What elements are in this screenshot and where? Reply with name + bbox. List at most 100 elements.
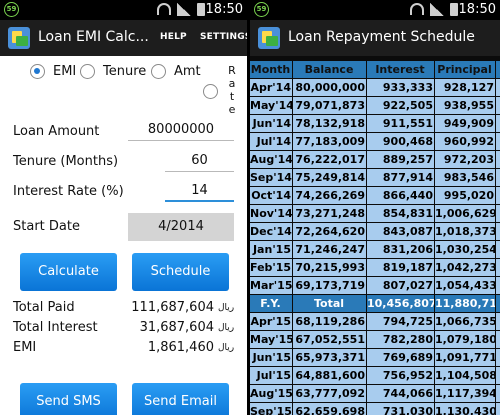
app-logo-icon — [8, 27, 30, 49]
interest-rate-input[interactable]: 14 — [165, 182, 234, 202]
table-cell-edge — [496, 313, 500, 330]
table-cell: Nov'14 — [250, 205, 292, 222]
table-cell: 70,215,993 — [293, 259, 366, 276]
schedule-button[interactable]: Schedule — [132, 253, 229, 291]
table-row: May'14 79,071,873 922,505 938,955 — [250, 97, 500, 115]
table-row: Aug'14 76,222,017 889,257 972,203 — [250, 151, 500, 169]
tenure-label: Tenure (Months) — [13, 154, 119, 169]
send-sms-button[interactable]: Send SMS — [20, 383, 117, 415]
schedule-title: Loan Repayment Schedule — [288, 29, 475, 45]
help-menu-button[interactable]: HELP — [160, 32, 187, 42]
table-cell: 76,222,017 — [293, 151, 366, 168]
table-cell-edge — [496, 205, 500, 222]
table-row: Sep'15 62,659,698 731,030 1,130,430 — [250, 403, 500, 415]
table-cell: 77,183,009 — [293, 133, 366, 150]
radio-tenure[interactable]: Tenure — [80, 64, 146, 79]
battery-icon — [450, 3, 458, 16]
send-email-button[interactable]: Send Email — [132, 383, 229, 415]
table-cell: 1,042,273 — [435, 259, 495, 276]
table-cell-edge — [496, 169, 500, 186]
fiscal-year-total-row: F.Y.Total10,456,80711,880,714 — [250, 295, 500, 313]
table-cell: 744,066 — [367, 385, 434, 402]
table-cell: Aug'14 — [250, 151, 292, 168]
table-cell: 71,246,247 — [293, 241, 366, 258]
emi-label: EMI — [13, 340, 37, 355]
currency-label: ریال — [218, 323, 235, 333]
table-cell: 769,689 — [367, 349, 434, 366]
table-cell: F.Y. — [250, 295, 292, 312]
calculate-button[interactable]: Calculate — [20, 253, 117, 291]
table-row: Nov'14 73,271,248 854,831 1,006,629 — [250, 205, 500, 223]
table-cell-edge — [496, 277, 500, 294]
table-cell: 949,909 — [435, 115, 495, 132]
table-cell-edge — [496, 403, 500, 415]
table-row: Aug'15 63,777,092 744,066 1,117,394 — [250, 385, 500, 403]
table-cell-edge — [496, 97, 500, 114]
interest-rate-label: Interest Rate (%) — [13, 184, 124, 199]
table-cell: Jan'15 — [250, 241, 292, 258]
radio-rate[interactable] — [203, 84, 218, 99]
action-bar: Loan EMI Calc... HELP SETTINGS — [0, 20, 247, 56]
radio-emi[interactable]: EMI — [30, 64, 76, 79]
table-cell: 63,777,092 — [293, 385, 366, 402]
table-cell: 922,505 — [367, 97, 434, 114]
table-row: Jun'14 78,132,918 911,551 949,909 — [250, 115, 500, 133]
table-cell: 938,955 — [435, 97, 495, 114]
start-date-picker[interactable]: 4/2014 — [128, 213, 234, 241]
table-cell: 72,264,620 — [293, 223, 366, 240]
table-row: Feb'15 70,215,993 819,187 1,042,273 — [250, 259, 500, 277]
table-cell: Apr'15 — [250, 313, 292, 330]
table-cell-edge — [496, 115, 500, 132]
status-bar: 59 18:50 — [0, 0, 247, 20]
table-cell: 62,659,698 — [293, 403, 366, 415]
table-cell: 843,087 — [367, 223, 434, 240]
loan-amount-label: Loan Amount — [13, 124, 100, 139]
table-cell: 928,127 — [435, 79, 495, 96]
table-cell-edge — [496, 187, 500, 204]
tenure-input[interactable]: 60 — [165, 152, 234, 172]
action-bar: Loan Repayment Schedule — [250, 20, 500, 56]
table-row: Jan'15 71,246,247 831,206 1,030,254 — [250, 241, 500, 259]
table-cell: May'15 — [250, 331, 292, 348]
table-cell: 933,333 — [367, 79, 434, 96]
table-cell: 1,079,180 — [435, 331, 495, 348]
table-cell: 67,052,551 — [293, 331, 366, 348]
settings-menu-button[interactable]: SETTINGS — [200, 32, 247, 42]
loan-emi-calculator-screen: 59 18:50 Loan EMI Calc... HELP SETTINGS … — [0, 0, 247, 415]
table-cell-edge — [496, 241, 500, 258]
table-row: Apr'14 80,000,000 933,333 928,127 — [250, 79, 500, 97]
table-cell: 1,091,771 — [435, 349, 495, 366]
table-cell-edge — [496, 133, 500, 150]
table-cell: 78,132,918 — [293, 115, 366, 132]
total-paid-label: Total Paid — [13, 300, 75, 315]
table-cell: Jun'14 — [250, 115, 292, 132]
loan-amount-input[interactable]: 80000000 — [128, 121, 234, 141]
table-cell: 866,440 — [367, 187, 434, 204]
table-cell: 11,880,714 — [435, 295, 495, 312]
table-cell: Jun'15 — [250, 349, 292, 366]
table-cell: 911,551 — [367, 115, 434, 132]
table-cell: 68,119,286 — [293, 313, 366, 330]
status-time: 18:50 — [458, 2, 496, 17]
table-row: Jul'14 77,183,009 900,468 960,992 — [250, 133, 500, 151]
table-cell: 995,020 — [435, 187, 495, 204]
table-cell: Oct'14 — [250, 187, 292, 204]
table-row: Jul'15 64,881,600 756,952 1,104,508 — [250, 367, 500, 385]
notification-badge: 59 — [4, 2, 19, 17]
table-cell: 65,973,371 — [293, 349, 366, 366]
table-cell-edge — [496, 223, 500, 240]
table-cell: 756,952 — [367, 367, 434, 384]
total-interest-value: 31,687,604 — [139, 320, 214, 335]
table-header-cell: Interest — [367, 61, 434, 78]
table-row: Oct'14 74,266,269 866,440 995,020 — [250, 187, 500, 205]
table-cell: 1,054,433 — [435, 277, 495, 294]
table-cell: 900,468 — [367, 133, 434, 150]
table-cell-edge — [496, 79, 500, 96]
table-cell: 1,104,508 — [435, 367, 495, 384]
notification-badge: 59 — [254, 2, 269, 17]
radio-amt[interactable]: Amt — [151, 64, 201, 79]
table-cell: 854,831 — [367, 205, 434, 222]
currency-label: ریال — [218, 303, 235, 313]
table-cell: Apr'14 — [250, 79, 292, 96]
start-date-label: Start Date — [13, 219, 80, 234]
